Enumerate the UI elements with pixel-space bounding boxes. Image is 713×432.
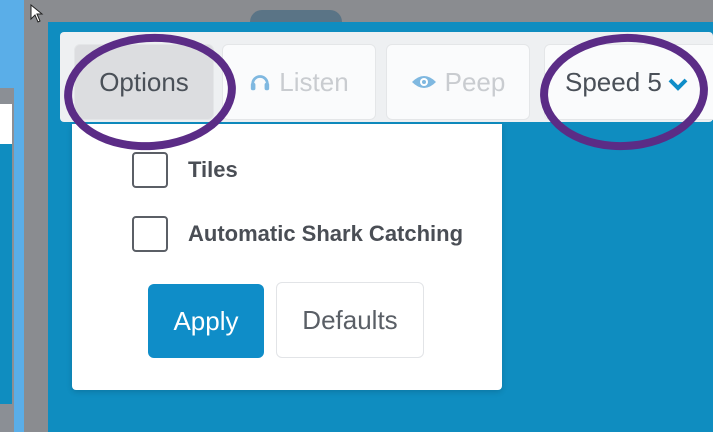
defaults-button[interactable]: Defaults [276,282,424,358]
automatic-shark-catching-label: Automatic Shark Catching [188,221,464,246]
apply-button[interactable]: Apply [148,284,264,358]
defaults-button-label: Defaults [302,304,398,335]
tiles-checkbox[interactable] [132,152,168,188]
peep-button-label: Peep [444,66,506,97]
listen-button[interactable]: Listen [222,44,376,120]
peep-button[interactable]: Peep [386,44,530,120]
automatic-shark-catching-checkbox[interactable] [132,216,168,252]
background-white-strip [0,104,12,144]
tiles-label: Tiles [188,157,238,182]
headphones-icon [249,71,271,93]
mouse-cursor-icon [30,3,44,29]
option-automatic-shark-catching[interactable]: Automatic Shark Catching [132,216,463,252]
options-dropdown-panel: Tiles Automatic Shark Catching Apply Def… [72,124,502,390]
option-tiles[interactable]: Tiles [132,152,238,188]
listen-button-label: Listen [279,66,349,97]
background-panel [0,104,12,404]
apply-button-label: Apply [173,305,239,336]
eye-icon [411,72,437,92]
